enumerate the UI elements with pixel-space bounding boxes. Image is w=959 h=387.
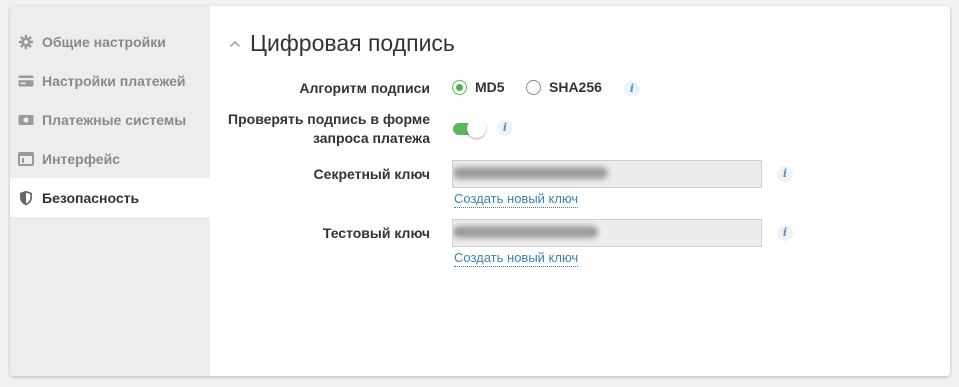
sidebar-item-label: Настройки платежей — [42, 72, 186, 89]
secret-key-input[interactable] — [452, 160, 762, 188]
sidebar-item-general[interactable]: Общие настройки — [10, 22, 210, 61]
gear-icon — [17, 33, 35, 51]
toggle-knob — [467, 119, 486, 138]
radio-circle[interactable] — [526, 79, 541, 95]
test-key-input[interactable] — [452, 219, 762, 247]
radio-label: MD5 — [475, 79, 505, 95]
window-icon — [17, 150, 35, 168]
info-icon[interactable]: i — [497, 120, 513, 136]
shield-icon — [17, 189, 35, 207]
section-header[interactable]: Цифровая подпись — [228, 30, 455, 57]
radio-md5[interactable]: MD5 — [452, 79, 505, 95]
redacted-value — [453, 226, 598, 238]
radio-label: SHA256 — [549, 79, 602, 95]
create-secret-key-link[interactable]: Создать новый ключ — [454, 191, 579, 208]
verify-signature-label: Проверять подпись в форме запроса платеж… — [228, 110, 430, 148]
sidebar-item-payment-systems[interactable]: Платежные системы — [10, 100, 210, 139]
secret-key-label: Секретный ключ — [313, 166, 430, 182]
settings-panel: Общие настройки Настройки платежей Плате… — [10, 6, 950, 376]
radio-sha256[interactable]: SHA256 — [526, 79, 602, 95]
verify-signature-toggle[interactable] — [453, 119, 486, 138]
sidebar-item-label: Интерфейс — [42, 150, 120, 167]
radio-circle[interactable] — [452, 79, 467, 95]
money-icon — [17, 111, 35, 129]
sidebar-item-security[interactable]: Безопасность — [10, 178, 210, 217]
main-content: Цифровая подпись Алгоритм подписи MD5 SH… — [210, 6, 950, 376]
sidebar-item-label: Общие настройки — [42, 33, 166, 50]
create-test-key-link[interactable]: Создать новый ключ — [454, 250, 579, 267]
sidebar-item-label: Безопасность — [42, 189, 140, 206]
redacted-value — [453, 167, 608, 179]
sidebar-item-label: Платежные системы — [42, 111, 187, 128]
card-icon — [17, 72, 35, 90]
info-icon[interactable]: i — [624, 81, 640, 97]
verify-label-line2: запроса платежа — [312, 130, 430, 146]
sidebar: Общие настройки Настройки платежей Плате… — [10, 6, 210, 376]
chevron-up-icon[interactable] — [228, 37, 242, 51]
section-title: Цифровая подпись — [250, 30, 455, 56]
test-key-label: Тестовый ключ — [322, 225, 430, 241]
sidebar-item-interface[interactable]: Интерфейс — [10, 139, 210, 178]
algorithm-label: Алгоритм подписи — [299, 80, 430, 96]
info-icon[interactable]: i — [777, 166, 793, 182]
info-icon[interactable]: i — [777, 225, 793, 241]
sidebar-item-payment-settings[interactable]: Настройки платежей — [10, 61, 210, 100]
verify-label-line1: Проверять подпись в форме — [228, 111, 430, 127]
